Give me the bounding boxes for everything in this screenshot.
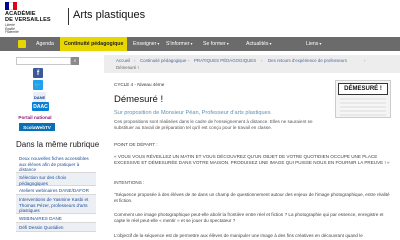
search-button[interactable]: ⌕	[71, 57, 79, 65]
nav-enseigner-label: Enseigner	[133, 41, 157, 47]
portail-label: Portail national	[18, 114, 52, 120]
article-intro: Ces propositions sont réalisées dans le …	[114, 119, 313, 130]
nav-agenda[interactable]: Agenda	[36, 37, 54, 51]
rubrique-item[interactable]: Deux nouvelles fiches accessibles aux él…	[16, 154, 96, 173]
republique-flag-logo[interactable]	[5, 2, 19, 10]
breadcrumb: Accueil › Continuité pédagogique › PRATI…	[104, 55, 400, 73]
nav-agenda-label: Agenda	[36, 41, 54, 47]
intentions-label: INTENTIONS :	[114, 180, 145, 185]
rubrique-item[interactable]: Ateliers webinaires DANE/DAFOR	[16, 186, 96, 195]
nav-liens-label: Liens	[306, 41, 319, 47]
breadcrumb-continuite-link[interactable]: Continuité pédagogique	[140, 58, 186, 63]
breadcrumb-home-link[interactable]: Accueil	[116, 58, 130, 63]
breadcrumb-separator: ›	[261, 58, 263, 63]
rubrique-item[interactable]: Sélection sur des choix pédagogiques	[16, 173, 96, 186]
scola-label: ScolaWebTV	[23, 124, 51, 130]
site-header: ACADÉMIE DE VERSAILLES Liberté Égalité F…	[0, 0, 400, 37]
question-text: Comment une image photographique peut-el…	[114, 212, 384, 224]
nav-sinformer[interactable]: S'informer▾	[166, 37, 193, 51]
intentions-text: "Séquence proposée à des élèves de 4e da…	[114, 192, 390, 204]
search-input[interactable]	[16, 57, 71, 65]
thumbnail-image	[340, 98, 386, 116]
dane-label: DANE	[33, 95, 46, 100]
twitter-icon[interactable]: 🐦	[33, 80, 43, 90]
nav-enseigner[interactable]: Enseigner▾	[133, 37, 159, 51]
cycle-level: CYCLE 4 - Niveau 4ème	[114, 82, 165, 87]
nav-continuite-pedagogique[interactable]: Continuité pédagogique	[60, 37, 128, 51]
article-author: Sur proposition de Monsieur Péan, Profes…	[114, 110, 271, 116]
page-title: Démesuré !	[114, 94, 164, 105]
breadcrumb-separator: ›	[134, 58, 136, 63]
article-thumbnail[interactable]: DÉMESURÉ !	[335, 80, 391, 118]
chevron-down-icon: ▾	[190, 41, 193, 46]
chevron-down-icon: ▾	[319, 41, 322, 46]
breadcrumb-current: Démesuré !	[116, 65, 139, 70]
breadcrumb-pratiques-link[interactable]: PRATIQUES PÉDAGOGIQUES	[194, 58, 256, 63]
nav-sinformer-label: S'informer	[166, 41, 190, 47]
portail-national-link[interactable]: Portail national	[18, 113, 52, 121]
nav-se-former[interactable]: Se former▾	[203, 37, 229, 51]
nav-se-former-label: Se former	[203, 41, 226, 47]
nav-liens[interactable]: Liens▾	[306, 37, 321, 51]
point-text: « VOUS VOUS RÉVEILLEZ UN MATIN ET VOUS D…	[114, 154, 390, 166]
nav-actualites[interactable]: Actualités▾	[246, 37, 272, 51]
breadcrumb-separator: ›	[364, 58, 366, 63]
daac-logo[interactable]: DAAC	[32, 102, 49, 111]
objective-text: L'objectif de la séquence est de permett…	[114, 233, 363, 238]
chevron-down-icon: ▾	[269, 41, 272, 46]
chevron-down-icon: ▾	[157, 41, 160, 46]
site-title[interactable]: Arts plastiques	[73, 9, 145, 21]
devise: Liberté Égalité Fraternité	[5, 23, 19, 35]
home-icon[interactable]	[18, 40, 26, 48]
thumbnail-title: DÉMESURÉ !	[338, 83, 388, 95]
breadcrumb-separator: ›	[188, 58, 190, 63]
chevron-down-icon: ▾	[226, 41, 229, 46]
point-label: POINT DE DÉPART :	[114, 142, 158, 147]
devise-fraternite: Fraternité	[5, 30, 19, 35]
nav-actualites-label: Actualités	[246, 41, 269, 47]
search-icon: ⌕	[73, 58, 77, 64]
breadcrumb-retours-link[interactable]: Des retours d'expérience de professeurs	[268, 58, 347, 63]
rubrique-item[interactable]: Interventions de Yasmine Kasbi et Thomas…	[16, 195, 96, 214]
nav-continuite-label: Continuité pédagogique	[64, 41, 124, 47]
facebook-icon[interactable]: f	[33, 68, 43, 78]
daac-label: DAAC	[33, 103, 48, 110]
rubrique-item[interactable]: Défi Dessin Quotidien	[16, 223, 96, 232]
main-nav: Agenda Continuité pédagogique Enseigner▾…	[0, 37, 400, 51]
rubrique-item[interactable]: WEBINAIRES DANE	[16, 214, 96, 223]
header-divider	[68, 8, 69, 25]
rubrique-title: Dans la même rubrique	[16, 140, 100, 149]
scolawebtv-link[interactable]: ScolaWebTV	[19, 123, 55, 131]
academie-logo[interactable]: ACADÉMIE DE VERSAILLES	[5, 11, 51, 23]
